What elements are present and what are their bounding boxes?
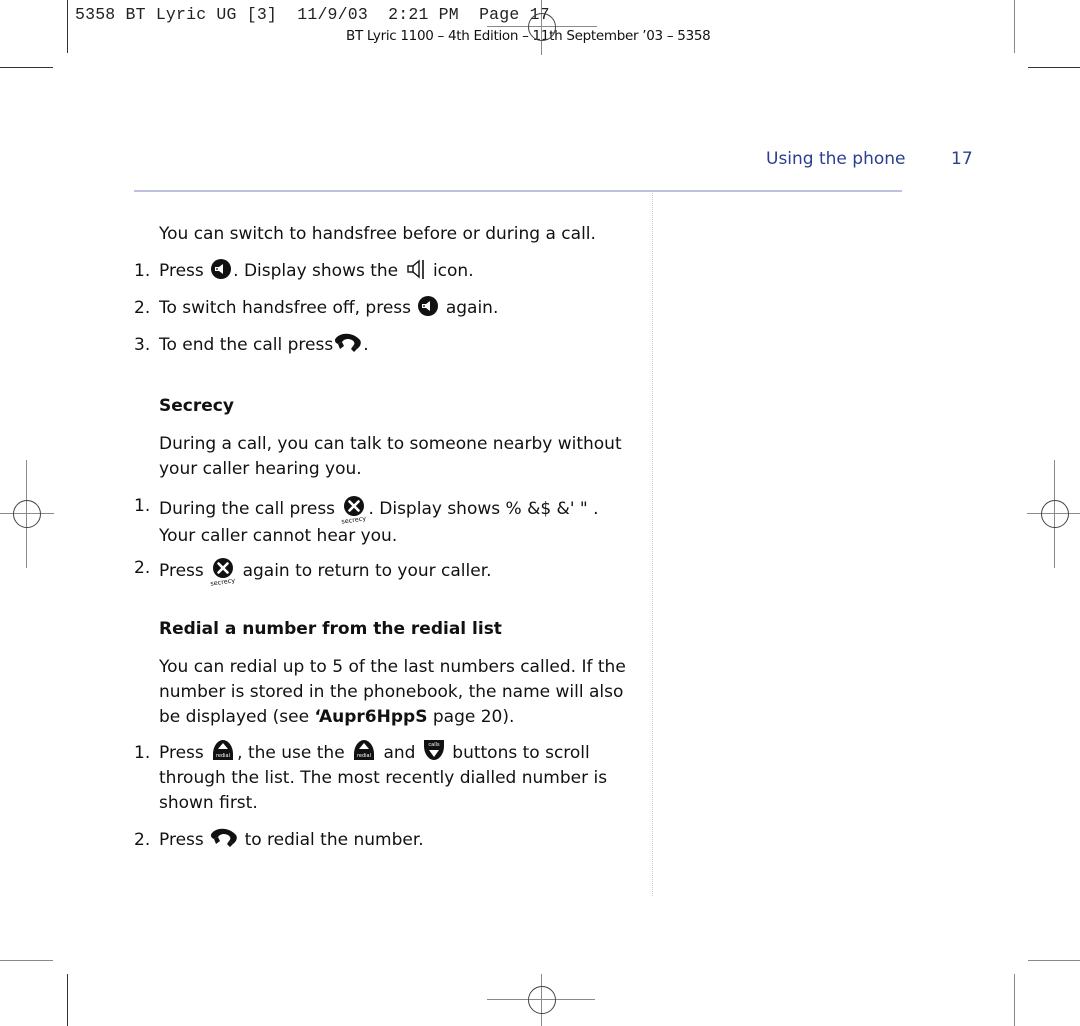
redial-intro-line: number is stored in the phonebook, the n… (159, 682, 624, 702)
svg-text:secrecy: secrecy (341, 514, 367, 525)
secrecy-step-1: 1. During the call press secrecy . Displ… (134, 494, 634, 546)
handsfree-step-2: 2. To switch handsfree off, press again. (134, 296, 634, 321)
crop-mark-tr-v (1014, 0, 1015, 53)
step-number: 1. (134, 743, 151, 763)
redial-intro-line: You can redial up to 5 of the last numbe… (159, 657, 626, 677)
step-text: During the call press (159, 499, 336, 519)
page-number: 17 (951, 149, 973, 169)
handsfree-intro: You can switch to handsfree before or du… (159, 224, 596, 244)
step-text: To end the call press (159, 335, 334, 355)
svg-text:secrecy: secrecy (210, 576, 236, 587)
column-divider (652, 193, 653, 896)
step-number: 2. (134, 558, 151, 578)
secrecy-intro-line: During a call, you can talk to someone n… (159, 434, 622, 454)
step-text: . Display shows the (233, 261, 399, 281)
calls-button-icon: calls (423, 738, 445, 762)
handsfree-step-1: 1. Press . Display shows the icon. (134, 259, 634, 284)
step-text: to redial the number. (244, 830, 424, 850)
secrecy-button-icon: secrecy (340, 496, 368, 526)
step-number: 3. (134, 335, 151, 355)
crop-mark-bl-h (0, 960, 53, 961)
talk-button-icon (209, 827, 239, 849)
secrecy-step-2: 2. Press secrecy again to return to your… (134, 556, 634, 588)
cross-reference: ‘Aupr6HppS (314, 707, 428, 727)
step-number: 2. (134, 830, 151, 850)
svg-text:calls: calls (428, 742, 440, 748)
step-text: Your caller cannot hear you. (159, 526, 398, 546)
step-text: buttons to scroll (452, 743, 590, 763)
step-text: again. (445, 298, 499, 318)
crop-mark-br-v (1014, 974, 1015, 1026)
print-job-slug: 5358 BT Lyric UG [3] 11/9/03 2:21 PM Pag… (75, 5, 550, 24)
redial-heading: Redial a number from the redial list (159, 619, 502, 639)
crop-mark-br-h (1028, 960, 1080, 961)
handsfree-step-3: 3. To end the call press . (134, 333, 634, 358)
redial-button-icon: redial (211, 738, 235, 762)
step-number: 1. (134, 496, 151, 516)
step-number: 1. (134, 261, 151, 281)
crop-mark-tl-v (67, 0, 68, 53)
redial-step-1: 1. Press redial , the use the redial and… (134, 738, 634, 816)
redial-step-2: 2. Press to redial the number. (134, 828, 634, 853)
registration-mark-top (487, 0, 597, 55)
step-text: Press (159, 561, 204, 581)
end-call-icon (333, 332, 363, 354)
svg-text:redial: redial (357, 753, 371, 759)
crop-mark-tl-h (0, 67, 53, 68)
step-text: shown first. (159, 793, 258, 813)
secrecy-button-icon: secrecy (209, 558, 237, 588)
header-rule (134, 190, 902, 192)
step-text: , the use the (237, 743, 345, 763)
step-text: through the list. The most recently dial… (159, 768, 608, 788)
crop-mark-tr-h (1028, 67, 1080, 68)
crop-mark-bl-v (67, 974, 68, 1026)
registration-mark-bottom (487, 972, 597, 1026)
redial-intro-line: be displayed (see ‘Aupr6HppS page 20). (159, 707, 515, 727)
section-title: Using the phone (766, 149, 906, 169)
speaker-display-icon (406, 258, 426, 280)
secrecy-heading: Secrecy (159, 396, 234, 416)
secrecy-intro-line: your caller hearing you. (159, 459, 362, 479)
step-text: icon. (432, 261, 474, 281)
secrecy-intro: During a call, you can talk to someone n… (159, 432, 629, 482)
registration-mark-right (1027, 460, 1080, 568)
step-text: . (363, 335, 369, 355)
step-text: and (383, 743, 416, 763)
step-number: 2. (134, 298, 151, 318)
step-text: . Display shows % &$ &' " . (368, 499, 599, 519)
step-text: Press (159, 743, 204, 763)
handsfree-button-icon (418, 296, 439, 316)
redial-intro: You can redial up to 5 of the last numbe… (159, 655, 639, 730)
step-text: Press (159, 830, 204, 850)
step-text: To switch handsfree off, press (159, 298, 412, 318)
step-text: Press (159, 261, 204, 281)
handsfree-button-icon (211, 259, 232, 279)
registration-mark-left (0, 460, 54, 568)
svg-text:redial: redial (216, 753, 230, 759)
redial-button-icon: redial (352, 738, 376, 762)
step-text: again to return to your caller. (242, 561, 492, 581)
